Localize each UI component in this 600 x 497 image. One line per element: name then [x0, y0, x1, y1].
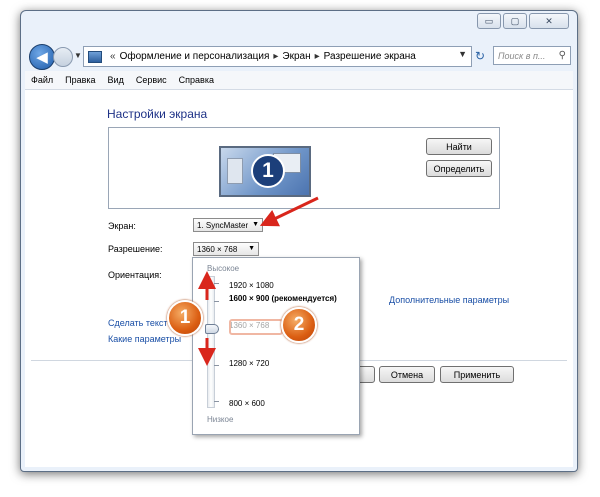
- which-settings-link[interactable]: Какие параметры: [108, 334, 181, 344]
- identify-button[interactable]: Определить: [426, 160, 492, 177]
- monitor-icon[interactable]: 1: [219, 146, 311, 197]
- minimize-button[interactable]: ▭: [477, 13, 501, 29]
- address-bar[interactable]: « Оформление и персонализация ▸ Экран ▸ …: [83, 46, 472, 67]
- breadcrumb-resolution[interactable]: Разрешение экрана: [324, 51, 416, 62]
- screen-select-value: 1. SyncMaster: [197, 220, 249, 230]
- search-input[interactable]: Поиск в п... ⚲: [493, 46, 571, 65]
- back-button[interactable]: ◀: [29, 44, 55, 70]
- search-icon[interactable]: ⚲: [559, 50, 566, 61]
- resolution-select-value: 1360 × 768: [197, 244, 238, 254]
- breadcrumb-appearance[interactable]: Оформление и персонализация: [120, 51, 270, 62]
- resolution-option-1280[interactable]: 1280 × 720: [229, 359, 269, 368]
- resolution-slider-track[interactable]: [207, 276, 219, 408]
- annotation-badge-1: 1: [167, 300, 203, 336]
- resolution-high-label: Высокое: [207, 264, 240, 273]
- menu-service[interactable]: Сервис: [130, 75, 173, 85]
- address-dropdown-icon[interactable]: ▼: [458, 49, 467, 59]
- recent-pages-dropdown[interactable]: ▼: [74, 51, 82, 60]
- monitor-arrangement-panel: 1 Найти Определить: [108, 127, 500, 209]
- screen-label: Экран:: [108, 221, 136, 231]
- caption-buttons: ▭ ▢ ✕: [477, 13, 569, 29]
- text-size-link[interactable]: Сделать текст и: [108, 318, 175, 328]
- highlight-box: [229, 319, 283, 335]
- close-button[interactable]: ✕: [529, 13, 569, 29]
- apply-button[interactable]: Применить: [440, 366, 514, 383]
- menu-view[interactable]: Вид: [102, 75, 130, 85]
- resolution-low-label: Низкое: [207, 415, 234, 424]
- menu-file[interactable]: Файл: [25, 75, 59, 85]
- menu-help[interactable]: Справка: [173, 75, 220, 85]
- menu-bar: Файл Правка Вид Сервис Справка: [25, 71, 573, 90]
- slider-tick: [214, 401, 219, 402]
- screen-select[interactable]: 1. SyncMaster ▼: [193, 218, 263, 232]
- window-thumbnail-icon: [227, 158, 243, 184]
- menu-edit[interactable]: Правка: [59, 75, 101, 85]
- slider-tick: [214, 365, 219, 366]
- control-panel-window: ▭ ▢ ✕ ◀ ▼ « Оформление и персонализация …: [20, 10, 578, 472]
- refresh-button[interactable]: ↻: [471, 46, 489, 65]
- back-arrow-icon: ◀: [36, 49, 48, 66]
- resolution-select[interactable]: 1360 × 768 ▼: [193, 242, 259, 256]
- maximize-button[interactable]: ▢: [503, 13, 527, 29]
- page-title: Настройки экрана: [107, 107, 208, 121]
- resolution-option-800[interactable]: 800 × 600: [229, 399, 265, 408]
- navigation-bar: ◀ ▼ « Оформление и персонализация ▸ Экра…: [25, 44, 573, 70]
- resolution-slider-thumb[interactable]: [205, 324, 219, 334]
- find-button[interactable]: Найти: [426, 138, 492, 155]
- slider-tick: [214, 301, 219, 302]
- chevron-down-icon: ▼: [248, 245, 255, 252]
- breadcrumb-separator-icon[interactable]: ▸: [315, 51, 320, 62]
- breadcrumb-separator-icon[interactable]: «: [110, 51, 116, 62]
- main-content: Настройки экрана 1 Найти Определить Экра…: [25, 90, 573, 467]
- forward-button[interactable]: [53, 47, 73, 67]
- resolution-option-1600[interactable]: 1600 × 900 (рекомендуется): [229, 294, 337, 303]
- search-placeholder: Поиск в п...: [498, 50, 546, 61]
- chevron-down-icon: ▼: [252, 221, 259, 228]
- monitor-number: 1: [251, 154, 285, 188]
- breadcrumb-separator-icon[interactable]: ▸: [273, 51, 278, 62]
- slider-tick: [214, 283, 219, 284]
- breadcrumb-display[interactable]: Экран: [282, 51, 310, 62]
- control-panel-icon: [88, 50, 102, 63]
- resolution-dropdown[interactable]: Высокое 1920 × 1080 1600 × 900 (рекоменд…: [192, 257, 360, 435]
- cancel-button[interactable]: Отмена: [379, 366, 435, 383]
- resolution-option-1920[interactable]: 1920 × 1080: [229, 281, 274, 290]
- annotation-badge-2: 2: [281, 307, 317, 343]
- resolution-label: Разрешение:: [108, 244, 163, 254]
- refresh-icon: ↻: [474, 48, 486, 63]
- orientation-label: Ориентация:: [108, 270, 162, 280]
- advanced-settings-link[interactable]: Дополнительные параметры: [389, 295, 509, 305]
